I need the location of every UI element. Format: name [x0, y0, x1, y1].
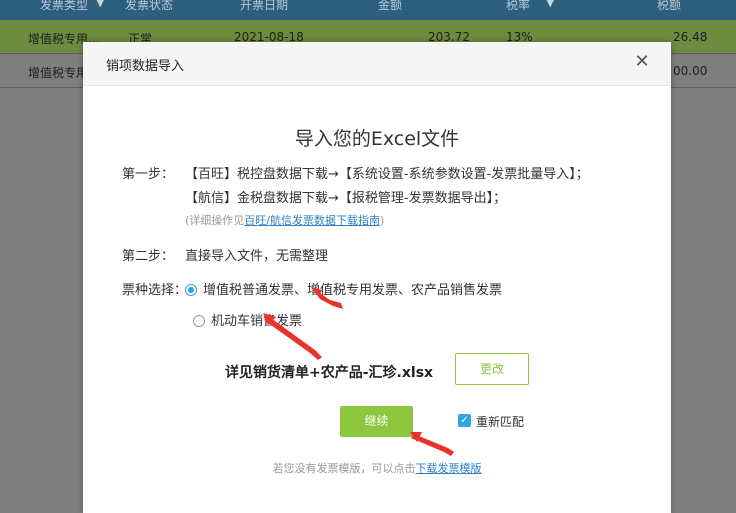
filter-icon: ▼ [546, 0, 555, 9]
table-header: 发票类型 ▼ 发票状态 开票日期 金额 税率 ▼ 税额 [0, 0, 736, 20]
continue-button[interactable]: 继续 [340, 406, 413, 437]
cell-tax: 00.00 [673, 64, 708, 78]
step1-line2: 【航信】金税盘数据下载→【报税管理-发票数据导出】； [185, 191, 507, 206]
header-invoice-type: 发票类型 [40, 0, 89, 12]
radio-unselected-icon[interactable] [193, 315, 205, 327]
filter-icon: ▼ [96, 0, 105, 9]
dialog-heading: 导入您的Excel文件 [294, 128, 460, 150]
radio-option-vehicle-label: 机动车销售发票 [211, 314, 303, 329]
header-tax-rate: 税率 [506, 0, 531, 12]
header-invoice-status: 发票状态 [125, 0, 174, 12]
step1-hint: (详细操作见百旺/航信发票数据下载指南) [185, 212, 384, 228]
dialog-header: 销项数据导入 ✕ [83, 42, 671, 86]
radio-option-vat-label: 增值税普通发票、增值税专用发票、农产品销售发票 [203, 283, 503, 298]
change-file-button[interactable]: 更改 [455, 353, 529, 385]
download-guide-link[interactable]: 百旺/航信发票数据下载指南 [244, 214, 380, 227]
step1-line1: 第一步： 【百旺】税控盘数据下载→【系统设置-系统参数设置-发票批量导入】； [122, 163, 589, 182]
step2-line: 第二步： 直接导入文件，无需整理 [122, 245, 328, 264]
radio-option-vat[interactable]: 增值税普通发票、增值税专用发票、农产品销售发票 [185, 283, 502, 298]
hint-prefix: (详细操作见 [185, 214, 245, 227]
header-issue-date: 开票日期 [240, 0, 289, 12]
rematch-checkbox[interactable]: ✓ [458, 414, 471, 427]
cell-type: 增值税专用 [28, 66, 89, 80]
dialog-footer: 若您没有发票模版，可以点击下载发票模版 [83, 460, 671, 476]
dialog-title: 销项数据导入 [106, 59, 185, 74]
close-icon[interactable]: ✕ [633, 53, 651, 71]
radio-option-vehicle[interactable]: 机动车销售发票 [193, 310, 302, 329]
import-dialog: 销项数据导入 ✕ 导入您的Excel文件 第一步： 【百旺】税控盘数据下载→【系统… [83, 42, 671, 513]
radio-selected-icon[interactable] [185, 284, 197, 296]
step2-text: 直接导入文件，无需整理 [185, 249, 329, 264]
step2-label: 第二步： [122, 249, 175, 264]
footer-text: 若您没有发票模版，可以点击 [272, 462, 416, 475]
cell-tax: 26.48 [673, 30, 708, 44]
selected-file-name: 详见销货清单+农产品-汇珍.xlsx [225, 365, 434, 381]
download-template-link[interactable]: 下载发票模版 [416, 462, 482, 475]
ticket-type-row: 票种选择： 增值税普通发票、增值税专用发票、农产品销售发票 [122, 279, 502, 298]
header-tax-amount: 税额 [657, 0, 682, 12]
hint-suffix: ) [380, 214, 385, 227]
header-amount: 金额 [378, 0, 403, 12]
rematch-label: 重新匹配 [476, 415, 525, 429]
step1-label: 第一步： [122, 167, 175, 182]
step1-text-1: 【百旺】税控盘数据下载→【系统设置-系统参数设置-发票批量导入】； [185, 167, 589, 182]
ticket-type-label: 票种选择： [122, 283, 188, 298]
